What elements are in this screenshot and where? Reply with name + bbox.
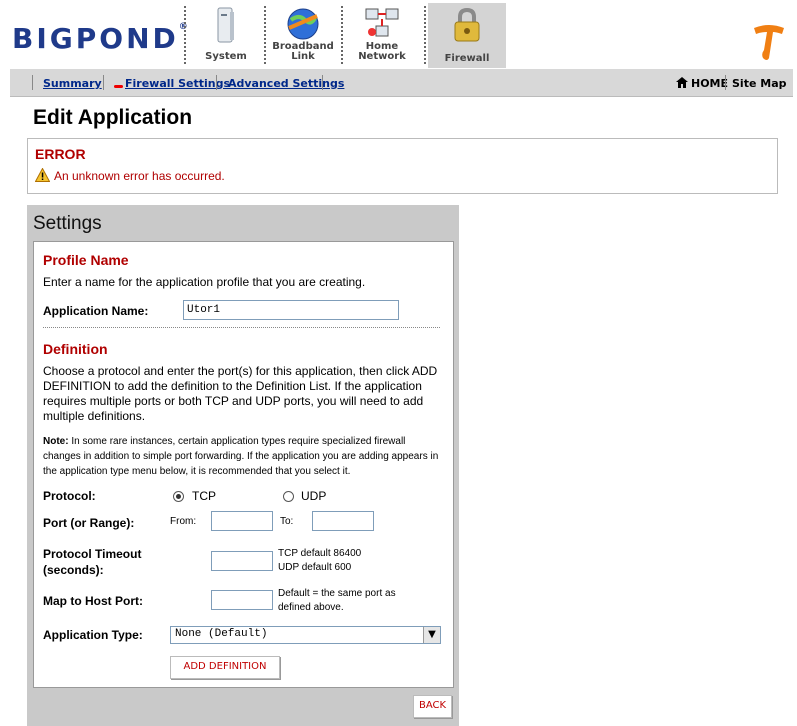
home-icon <box>676 77 688 88</box>
telstra-logo-icon <box>754 25 784 60</box>
nav-divider <box>424 6 426 64</box>
subnav-advanced-settings-link[interactable]: Advanced Settings <box>228 77 344 90</box>
nav-divider <box>184 6 186 64</box>
port-from-input[interactable] <box>211 511 273 531</box>
add-definition-button[interactable]: ADD DEFINITION <box>170 656 280 679</box>
map-to-host-port-input[interactable] <box>211 590 273 610</box>
application-type-value: None (Default) <box>175 628 268 640</box>
nav-tab-system[interactable]: System <box>189 4 263 66</box>
udp-label: UDP <box>301 489 327 503</box>
subnav-divider <box>322 75 323 90</box>
error-message: An unknown error has occurred. <box>54 169 225 183</box>
profile-description: Enter a name for the application profile… <box>43 275 366 289</box>
application-type-select[interactable]: None (Default) ▼ <box>170 626 441 644</box>
port-range-label: Port (or Range): <box>43 516 135 530</box>
profile-name-heading: Profile Name <box>43 252 129 268</box>
subnav-firewall-settings-link[interactable]: Firewall Settings <box>125 77 230 90</box>
globe-icon <box>287 8 319 40</box>
warning-icon <box>35 168 50 182</box>
subnav-divider <box>32 75 33 90</box>
tcp-label: TCP <box>192 489 216 503</box>
protocol-label: Protocol: <box>43 489 96 503</box>
application-name-label: Application Name: <box>43 304 149 318</box>
protocol-timeout-input[interactable] <box>211 551 273 571</box>
definition-description: Choose a protocol and enter the port(s) … <box>43 364 438 423</box>
sub-navigation-bar: Summary Firewall Settings Advanced Setti… <box>10 69 793 97</box>
map-port-hint-2: defined above. <box>278 602 344 613</box>
site-map-link[interactable]: Site Map <box>732 77 786 90</box>
udp-radio[interactable] <box>283 491 294 502</box>
from-label: From: <box>170 516 197 527</box>
subnav-divider <box>216 75 217 90</box>
nav-tab-label: System <box>205 51 247 62</box>
definition-note: Note: In some rare instances, certain ap… <box>43 434 445 479</box>
protocol-timeout-label-seconds: (seconds): <box>43 563 104 577</box>
application-type-label: Application Type: <box>43 628 143 642</box>
tcp-radio[interactable] <box>173 491 184 502</box>
nav-divider <box>341 6 343 64</box>
nav-tab-firewall[interactable]: Firewall <box>428 3 506 68</box>
subnav-summary-link[interactable]: Summary <box>43 77 102 90</box>
protocol-timeout-label: Protocol Timeout <box>43 547 142 561</box>
nav-tab-home-network[interactable]: Home Network <box>345 4 419 66</box>
subnav-divider <box>725 75 726 90</box>
section-divider <box>43 327 440 328</box>
chevron-down-icon[interactable]: ▼ <box>423 627 440 643</box>
subnav-divider <box>103 75 104 90</box>
port-to-input[interactable] <box>312 511 374 531</box>
home-link[interactable]: HOME <box>691 77 728 90</box>
error-box <box>27 138 778 194</box>
application-name-input[interactable] <box>183 300 399 320</box>
map-port-hint: Default = the same port as <box>278 588 396 599</box>
to-label: To: <box>280 516 294 527</box>
definition-heading: Definition <box>43 341 108 357</box>
tcp-default-hint: TCP default 86400 <box>278 548 362 559</box>
note-text: In some rare instances, certain applicat… <box>43 436 439 477</box>
error-title: ERROR <box>35 146 86 162</box>
settings-title: Settings <box>33 213 102 234</box>
udp-default-hint: UDP default 600 <box>278 562 352 573</box>
map-to-host-port-label: Map to Host Port: <box>43 594 143 608</box>
nav-tab-broadband-link[interactable]: Broadband Link <box>266 4 340 66</box>
page-title: Edit Application <box>33 106 193 129</box>
padlock-icon <box>454 7 480 42</box>
note-label: Note: <box>43 436 69 447</box>
system-icon <box>217 7 234 43</box>
nav-tab-label: Network <box>358 51 406 62</box>
network-icon <box>365 8 399 37</box>
nav-tab-label: Firewall <box>444 53 490 64</box>
bigpond-logo: BIGPOND® <box>12 22 188 55</box>
nav-tab-label: Link <box>291 51 315 62</box>
logo-text: BIGPOND <box>12 22 179 55</box>
back-button[interactable]: BACK <box>413 695 452 718</box>
